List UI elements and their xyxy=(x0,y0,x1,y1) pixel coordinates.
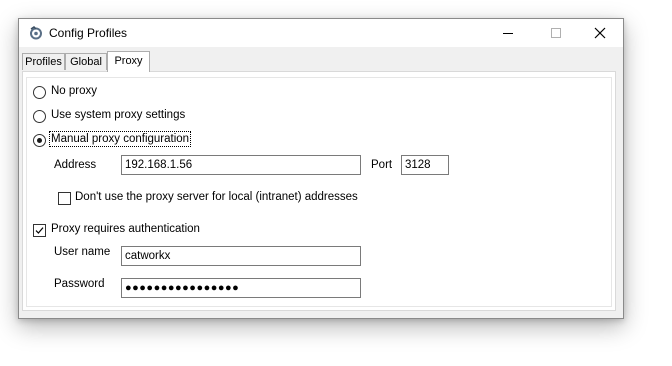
username-label: User name xyxy=(54,246,111,258)
title-bar[interactable]: Config Profiles xyxy=(19,19,623,47)
address-field[interactable]: 192.168.1.56 xyxy=(121,155,361,175)
address-label: Address xyxy=(54,159,97,171)
proxy-settings-group: No proxy Use system proxy settings Manua… xyxy=(26,77,612,307)
no-local-checkbox[interactable] xyxy=(58,192,71,205)
app-icon xyxy=(29,26,43,40)
checkmark-icon xyxy=(35,227,44,234)
close-icon xyxy=(594,27,606,39)
auth-checkbox[interactable] xyxy=(33,224,46,237)
system-proxy-label[interactable]: Use system proxy settings xyxy=(51,109,185,121)
maximize-icon xyxy=(551,28,561,38)
no-proxy-label[interactable]: No proxy xyxy=(51,85,97,97)
tab-strip: Profiles Global Proxy xyxy=(19,51,623,72)
proxy-panel: No proxy Use system proxy settings Manua… xyxy=(22,71,616,311)
manual-proxy-radio[interactable] xyxy=(33,134,46,147)
port-label: Port xyxy=(371,159,393,171)
maximize-button[interactable] xyxy=(533,19,579,47)
tab-proxy[interactable]: Proxy xyxy=(107,51,150,72)
port-field[interactable]: 3128 xyxy=(401,155,449,175)
minimize-button[interactable] xyxy=(485,19,531,47)
no-proxy-radio[interactable] xyxy=(33,86,46,99)
no-local-label[interactable]: Don't use the proxy server for local (in… xyxy=(75,191,358,203)
manual-proxy-label[interactable]: Manual proxy configuration xyxy=(48,131,192,147)
close-button[interactable] xyxy=(577,19,623,47)
config-profiles-window: Config Profiles Profiles Global Proxy No… xyxy=(18,18,624,319)
password-field[interactable]: ●●●●●●●●●●●●●●●● xyxy=(121,278,361,298)
system-proxy-radio[interactable] xyxy=(33,110,46,123)
tab-global[interactable]: Global xyxy=(65,53,107,70)
username-field[interactable]: catworkx xyxy=(121,246,361,266)
minimize-icon xyxy=(503,33,513,34)
tab-profiles[interactable]: Profiles xyxy=(22,53,65,70)
auth-label[interactable]: Proxy requires authentication xyxy=(51,223,200,235)
password-label: Password xyxy=(54,278,105,290)
window-title: Config Profiles xyxy=(49,26,128,40)
